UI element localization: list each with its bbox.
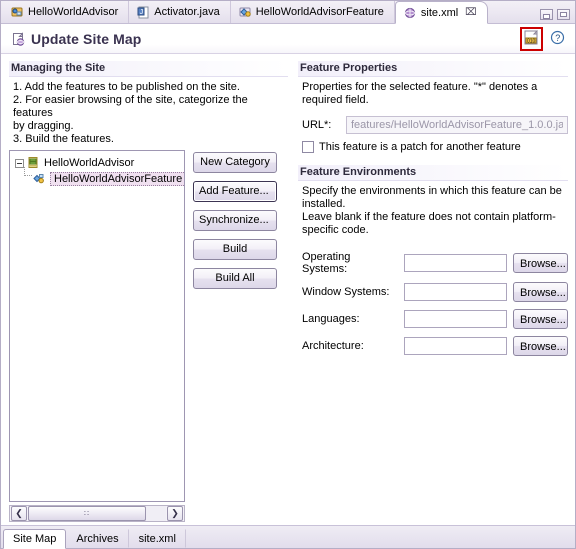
- feature-env-desc-line-1: Specify the environments in which this f…: [302, 185, 562, 197]
- page-title: Update Site Map: [31, 30, 142, 47]
- feature-icon: [238, 5, 252, 19]
- languages-row: Languages: Browse...: [298, 309, 568, 329]
- minimize-icon[interactable]: [540, 9, 553, 20]
- new-category-button[interactable]: New Category: [193, 152, 277, 173]
- feature-environments-description: Specify the environments in which this f…: [298, 184, 568, 241]
- build-button[interactable]: Build: [193, 239, 277, 260]
- plugin-icon: [10, 5, 24, 19]
- svg-text:010: 010: [527, 38, 536, 44]
- feature-node-icon: [32, 172, 46, 186]
- help-icon[interactable]: ?: [550, 30, 565, 48]
- managing-line-3: by dragging.: [13, 120, 74, 132]
- managing-site-description: 1. Add the features to be published on t…: [9, 80, 288, 150]
- svg-text:?: ?: [555, 33, 560, 43]
- managing-line-1: 1. Add the features to be published on t…: [13, 81, 240, 93]
- url-label: URL*:: [302, 119, 332, 131]
- feature-env-desc-line-4: specific code.: [302, 224, 369, 236]
- editor-page-tabs: Site Map Archives site.xml: [1, 525, 575, 549]
- eclipse-editor-window: HelloWorldAdvisor J Activator.java Hello…: [0, 0, 576, 549]
- editor-tab-helloworldadvisor[interactable]: HelloWorldAdvisor: [3, 1, 130, 23]
- operating-systems-label: Operating Systems:: [302, 251, 351, 275]
- architecture-row: Architecture: Browse...: [298, 336, 568, 356]
- feature-properties-description: Properties for the selected feature. "*"…: [298, 80, 568, 111]
- show-source-icon[interactable]: 010: [523, 29, 540, 48]
- svg-text:J: J: [140, 9, 144, 16]
- tree-node-label: HelloWorldAdvisorFeature: [50, 172, 184, 186]
- managing-site-panel: Managing the Site 1. Add the features to…: [9, 61, 288, 522]
- tab-site-xml[interactable]: site.xml: [129, 529, 186, 548]
- show-source-highlight-box: 010: [520, 26, 543, 51]
- managing-line-4: 3. Build the features.: [13, 133, 114, 145]
- feature-properties-desc-line-2: required field.: [302, 94, 369, 106]
- site-tree-row: HelloWorldAdvisor HelloWorldAdvisorFeatu…: [9, 150, 288, 502]
- site-actions: New Category Add Feature... Synchronize.…: [193, 150, 277, 289]
- build-all-button[interactable]: Build All: [193, 268, 277, 289]
- editor-tab-site-xml[interactable]: site.xml ⌧: [394, 1, 488, 24]
- scrollbar-thumb[interactable]: ∶∶: [28, 506, 146, 521]
- window-systems-input[interactable]: [404, 283, 507, 301]
- languages-input[interactable]: [404, 310, 507, 328]
- feature-env-desc-line-2: installed.: [302, 198, 346, 210]
- scroll-right-icon[interactable]: ❯: [167, 506, 183, 521]
- form-header-tools: 010 ?: [520, 26, 569, 51]
- operating-systems-row: Operating Systems: Browse...: [298, 251, 568, 275]
- feature-env-desc-line-3: Leave blank if the feature does not cont…: [302, 211, 556, 223]
- form-body: Managing the Site 1. Add the features to…: [1, 55, 575, 524]
- close-icon[interactable]: ⌧: [465, 7, 477, 18]
- editor-tab-label: Activator.java: [154, 6, 220, 18]
- add-feature-button[interactable]: Add Feature...: [193, 181, 277, 202]
- feature-environments-heading: Feature Environments: [298, 165, 568, 181]
- patch-checkbox-label: This feature is a patch for another feat…: [319, 141, 521, 153]
- window-systems-browse-button[interactable]: Browse...: [513, 282, 568, 302]
- feature-properties-desc-line-1: Properties for the selected feature. "*"…: [302, 81, 538, 93]
- tab-site-map[interactable]: Site Map: [3, 529, 67, 549]
- site-tree-horizontal-scrollbar[interactable]: ❮ ∶∶ ❯: [9, 505, 185, 522]
- scroll-left-icon[interactable]: ❮: [11, 506, 27, 521]
- synchronize-button[interactable]: Synchronize...: [193, 210, 277, 231]
- editor-tab-label: HelloWorldAdvisorFeature: [255, 6, 384, 18]
- managing-site-heading: Managing the Site: [9, 61, 288, 77]
- patch-checkbox-row[interactable]: This feature is a patch for another feat…: [298, 141, 568, 153]
- feature-properties-heading: Feature Properties: [298, 61, 568, 77]
- languages-label: Languages:: [302, 313, 360, 325]
- feature-details-panel: Feature Properties Properties for the se…: [298, 61, 568, 520]
- site-xml-icon: [403, 6, 417, 20]
- collapse-icon[interactable]: [15, 158, 24, 168]
- tree-node-root[interactable]: HelloWorldAdvisor: [10, 155, 184, 171]
- operating-systems-browse-button[interactable]: Browse...: [513, 253, 568, 273]
- scrollbar-track[interactable]: ∶∶: [28, 506, 166, 521]
- editor-tab-bar: HelloWorldAdvisor J Activator.java Hello…: [1, 1, 575, 24]
- site-tree[interactable]: HelloWorldAdvisor HelloWorldAdvisorFeatu…: [9, 150, 185, 502]
- tree-guide-line: [24, 167, 32, 176]
- editor-tab-label: site.xml: [420, 6, 459, 19]
- architecture-input[interactable]: [404, 337, 507, 355]
- maximize-icon[interactable]: [557, 9, 570, 20]
- tree-node-feature[interactable]: HelloWorldAdvisorFeature: [10, 167, 184, 187]
- environment-fields: Operating Systems: Browse... Window Syst…: [298, 251, 568, 363]
- update-site-icon: [11, 31, 25, 46]
- architecture-browse-button[interactable]: Browse...: [513, 336, 568, 356]
- page-title-group: Update Site Map: [11, 31, 141, 47]
- operating-systems-input[interactable]: [404, 254, 507, 272]
- tree-node-label: HelloWorldAdvisor: [44, 157, 135, 169]
- patch-checkbox[interactable]: [302, 141, 314, 153]
- tab-archives[interactable]: Archives: [66, 529, 129, 548]
- window-systems-row: Window Systems: Browse...: [298, 282, 568, 302]
- languages-browse-button[interactable]: Browse...: [513, 309, 568, 329]
- editor-tab-label: HelloWorldAdvisor: [28, 6, 119, 18]
- form-header: Update Site Map 010 ?: [1, 24, 575, 54]
- editor-tab-helloworldadvisorfeature[interactable]: HelloWorldAdvisorFeature: [231, 1, 395, 23]
- url-field-row: URL*:: [298, 116, 568, 134]
- editor-tab-activator-java[interactable]: J Activator.java: [129, 1, 231, 23]
- editor-window-controls: [540, 9, 575, 23]
- window-systems-label: Window Systems:: [302, 286, 390, 298]
- managing-line-2: 2. For easier browsing of the site, cate…: [13, 94, 248, 119]
- java-file-icon: J: [136, 5, 150, 19]
- url-input[interactable]: [346, 116, 568, 134]
- architecture-label: Architecture:: [302, 340, 364, 352]
